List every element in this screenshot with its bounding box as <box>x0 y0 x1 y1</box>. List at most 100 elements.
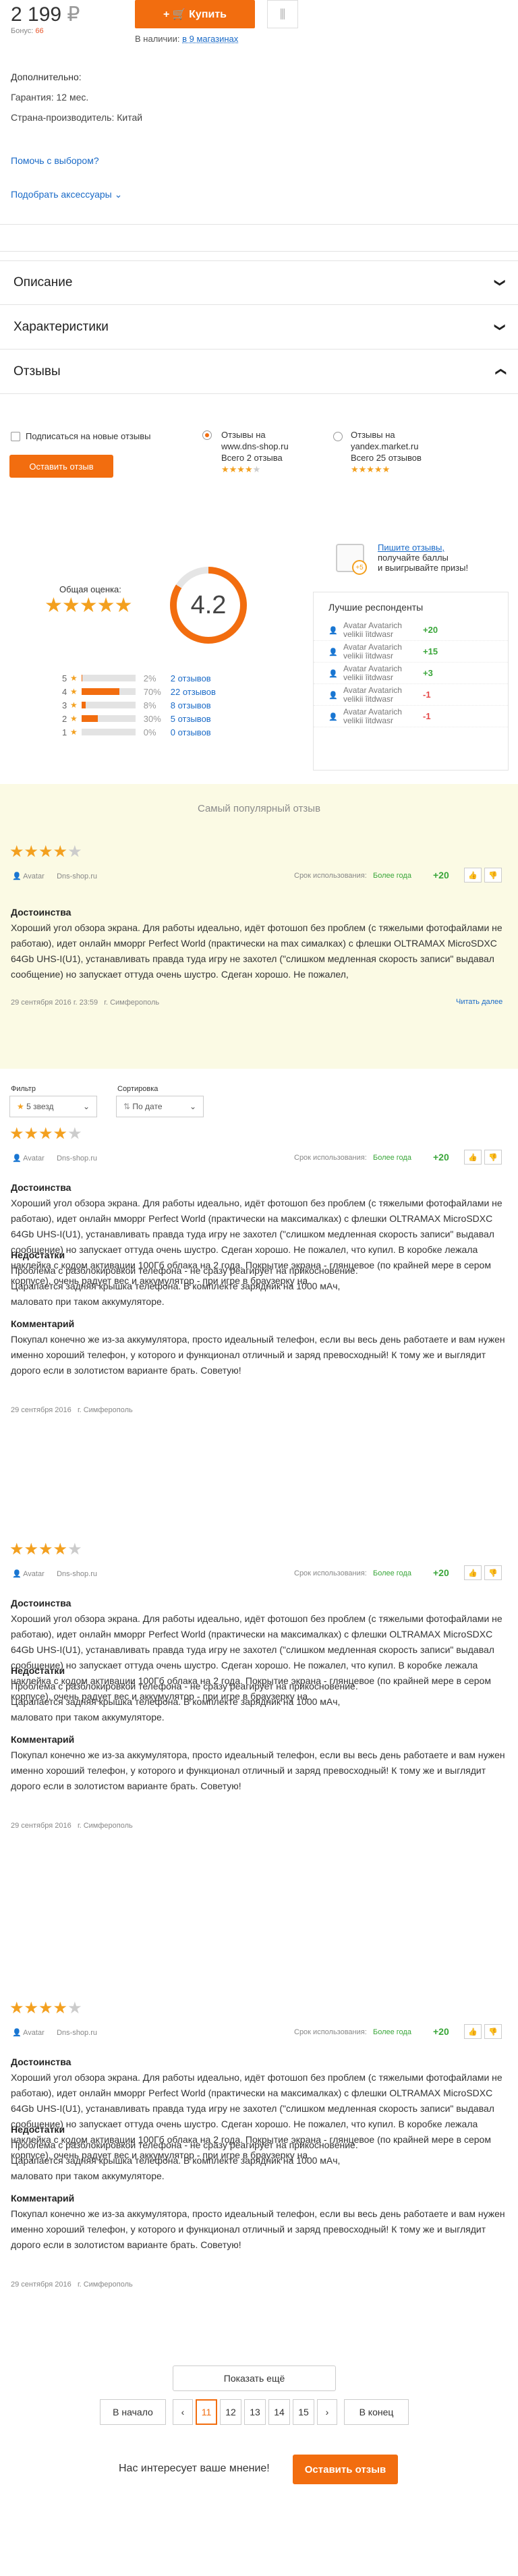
review-usage: Срок использования: Более года <box>294 2028 411 2036</box>
section-reviews[interactable]: Отзывы ❯ <box>0 349 518 394</box>
page-first-button[interactable]: В начало <box>100 2399 166 2425</box>
page-prev-button[interactable]: ‹ <box>173 2399 193 2425</box>
page-number-button[interactable]: 15 <box>293 2399 314 2425</box>
dist-pct: 70% <box>143 686 161 697</box>
dist-bar <box>81 688 136 695</box>
thumb-down-icon: 👎 <box>488 1153 498 1162</box>
sort-select[interactable]: ⇅ По дате ⌄ <box>116 1096 204 1117</box>
help-link[interactable]: Помочь с выбором? <box>11 155 99 166</box>
review-date: 29 сентября 2016 г. Симферополь <box>11 1822 133 1830</box>
promo-icon: +5 <box>336 544 367 575</box>
dist-count-link[interactable]: 0 отзывов <box>171 727 211 737</box>
subscribe-checkbox[interactable] <box>11 432 20 441</box>
user-icon: 👤 <box>12 1570 22 1578</box>
page-last-button[interactable]: В конец <box>344 2399 409 2425</box>
vote-down-button[interactable]: 👎 <box>484 1150 502 1165</box>
page-number-button[interactable]: 12 <box>220 2399 241 2425</box>
review-adv-title: Достоинства <box>11 2056 71 2067</box>
review-author-row: 👤 Avatar Dns-shop.ru <box>12 1570 98 1578</box>
chevron-down-icon: ⌄ <box>82 1102 90 1111</box>
dist-count-link[interactable]: 22 отзывов <box>171 687 216 697</box>
dist-bar <box>81 702 136 708</box>
review-score: +20 <box>433 1152 449 1163</box>
write-review-button[interactable]: Оставить отзыв <box>9 455 113 478</box>
vote-down-button[interactable]: 👎 <box>484 868 502 883</box>
review-adv-title: Достоинства <box>11 1182 71 1193</box>
show-more-button[interactable]: Показать ещё <box>173 2365 336 2391</box>
stores-link[interactable]: в 9 магазинах <box>182 34 238 44</box>
star-icon: ★ <box>70 700 78 710</box>
review-stars: ★★★★★ <box>9 1540 82 1559</box>
chevron-down-icon: ❯ <box>494 322 506 332</box>
product-price: 2 199 ₽ <box>11 3 80 26</box>
review-author-row: 👤 Avatar Dns-shop.ru <box>12 1154 98 1163</box>
respondent-name: Avatar Avatarich velikiі îitdwasr <box>343 663 402 682</box>
vote-up-button[interactable]: 👍 <box>464 1565 482 1580</box>
respondent-score: +15 <box>423 646 438 656</box>
source-yandex-radio[interactable] <box>333 432 343 441</box>
respondent-row[interactable]: 👤 Avatar Avatarich velikiі îitdwasr +3 <box>314 663 508 684</box>
respondents-title: Лучшие респонденты <box>328 602 424 613</box>
vote-up-button[interactable]: 👍 <box>464 1150 482 1165</box>
user-icon: 👤 <box>328 669 338 678</box>
respondent-row[interactable]: 👤 Avatar Avatarich velikiі îitdwasr +15 <box>314 641 508 663</box>
dist-bar <box>81 715 136 722</box>
distribution-row: 5 ★ 2% 2 отзывов <box>62 672 216 684</box>
thumb-down-icon: 👎 <box>488 2027 498 2036</box>
respondent-row[interactable]: 👤 Avatar Avatarich velikiі îitdwasr +20 <box>314 619 508 641</box>
review-comment-title: Комментарий <box>11 2193 75 2204</box>
respondent-name: Avatar Avatarich velikiі îitdwasr <box>343 620 402 639</box>
footer-question: Нас интересует ваше мнение! <box>119 2463 270 2474</box>
page-number-button[interactable]: 11 <box>196 2399 217 2425</box>
distribution-row: 4 ★ 70% 22 отзывов <box>62 685 216 698</box>
section-description[interactable]: Описание ❯ <box>0 260 518 305</box>
review-comment-title: Комментарий <box>11 1318 75 1329</box>
user-icon: 👤 <box>12 872 22 880</box>
buy-button[interactable]: + 🛒 Купить <box>135 0 255 28</box>
chevron-up-icon: ❯ <box>494 366 507 376</box>
respondent-name: Avatar Avatarich velikiі îitdwasr <box>343 685 402 704</box>
review-comment-title: Комментарий <box>11 1734 75 1745</box>
popular-title: Самый популярный отзыв <box>197 803 321 814</box>
vote-up-button[interactable]: 👍 <box>464 868 482 883</box>
source-dns-stars: ★★★★★ <box>221 464 261 474</box>
respondent-name: Avatar Avatarich velikiі îitdwasr <box>343 706 402 725</box>
bonus-info: Бонус: 66 <box>11 27 44 35</box>
respondent-row[interactable]: 👤 Avatar Avatarich velikiі îitdwasr -1 <box>314 684 508 706</box>
read-more-link[interactable]: Читать далее <box>456 998 502 1006</box>
popular-score: +20 <box>433 870 449 880</box>
dist-count-link[interactable]: 8 отзывов <box>171 700 211 710</box>
vote-down-button[interactable]: 👎 <box>484 1565 502 1580</box>
rating-gauge: 4.2 <box>170 567 247 644</box>
dist-stars: 2 <box>62 713 67 724</box>
review-date: 29 сентября 2016 г. Симферополь <box>11 1406 133 1414</box>
source-dns-radio[interactable] <box>202 430 212 440</box>
chevron-down-icon: ⌄ <box>189 1102 196 1111</box>
filter-select[interactable]: ★ 5 звезд ⌄ <box>9 1096 97 1117</box>
section-specs[interactable]: Характеристики ❯ <box>0 305 518 349</box>
respondent-row[interactable]: 👤 Avatar Avatarich velikiі îitdwasr -1 <box>314 706 508 727</box>
dist-bar <box>81 729 136 735</box>
page-number-button[interactable]: 14 <box>268 2399 290 2425</box>
footer-review-button[interactable]: Оставить отзыв <box>293 2455 398 2484</box>
thumb-down-icon: 👎 <box>488 871 498 880</box>
dist-stars: 5 <box>62 673 67 683</box>
chart-icon: ⫼ <box>279 7 286 21</box>
accessories-link[interactable]: Подобрать аксессуары ⌄ <box>11 189 122 200</box>
vote-up-button[interactable]: 👍 <box>464 2024 482 2039</box>
price-chart-button[interactable]: ⫼ <box>267 0 298 28</box>
vote-down-button[interactable]: 👎 <box>484 2024 502 2039</box>
page-next-button[interactable]: › <box>317 2399 337 2425</box>
review-stars: ★★★★★ <box>9 1125 82 1143</box>
page-number-button[interactable]: 13 <box>244 2399 266 2425</box>
distribution-row: 1 ★ 0% 0 отзывов <box>62 726 216 738</box>
warranty: Гарантия: 12 мес. <box>11 92 89 103</box>
review-score: +20 <box>433 2026 449 2037</box>
popular-usage: Срок использования: Более года <box>294 872 411 880</box>
dist-count-link[interactable]: 5 отзывов <box>171 714 211 724</box>
star-icon: ★ <box>70 727 78 737</box>
promo-link[interactable]: Пишите отзывы, <box>378 542 468 553</box>
subscribe-label: Подписаться на новые отзывы <box>26 431 151 441</box>
dist-stars: 4 <box>62 686 67 697</box>
dist-count-link[interactable]: 2 отзывов <box>171 673 211 683</box>
